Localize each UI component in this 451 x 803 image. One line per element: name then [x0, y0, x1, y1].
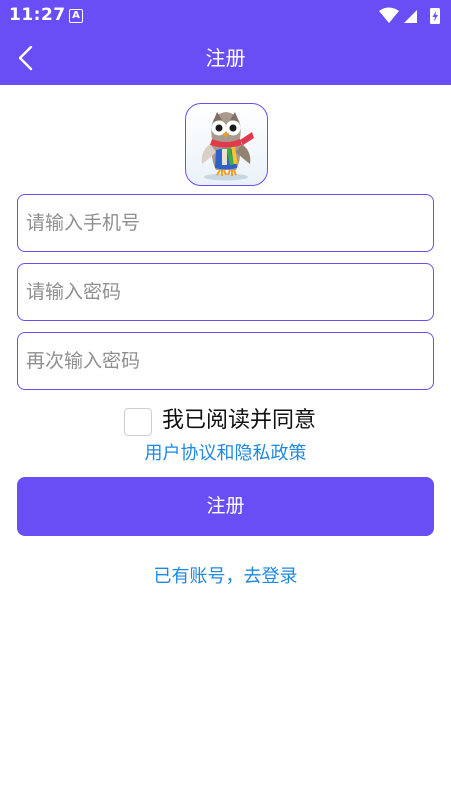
a-notification-icon: A [69, 9, 83, 23]
status-bar: 11:27 A [0, 0, 451, 32]
navigation-bar: 注册 [0, 32, 451, 85]
app-header: 11:27 A 注册 [0, 0, 451, 85]
privacy-policy-link[interactable]: 用户协议和隐私政策 [0, 441, 451, 467]
password-input[interactable] [17, 263, 434, 321]
agreement-label: 我已阅读并同意 [162, 408, 317, 433]
status-icons [379, 7, 440, 24]
app-logo [185, 103, 268, 186]
owl-mascot-app-icon [201, 112, 254, 181]
status-time: 11:27 [9, 5, 66, 25]
wifi-icon [379, 7, 399, 23]
register-button[interactable]: 注册 [17, 477, 434, 536]
agreement-checkbox[interactable] [124, 408, 152, 436]
confirm-password-input[interactable] [17, 332, 434, 390]
login-link[interactable]: 已有账号，去登录 [0, 564, 451, 590]
page-title: 注册 [205, 46, 246, 70]
phone-input[interactable] [17, 194, 434, 252]
cellular-signal-icon [404, 10, 417, 23]
